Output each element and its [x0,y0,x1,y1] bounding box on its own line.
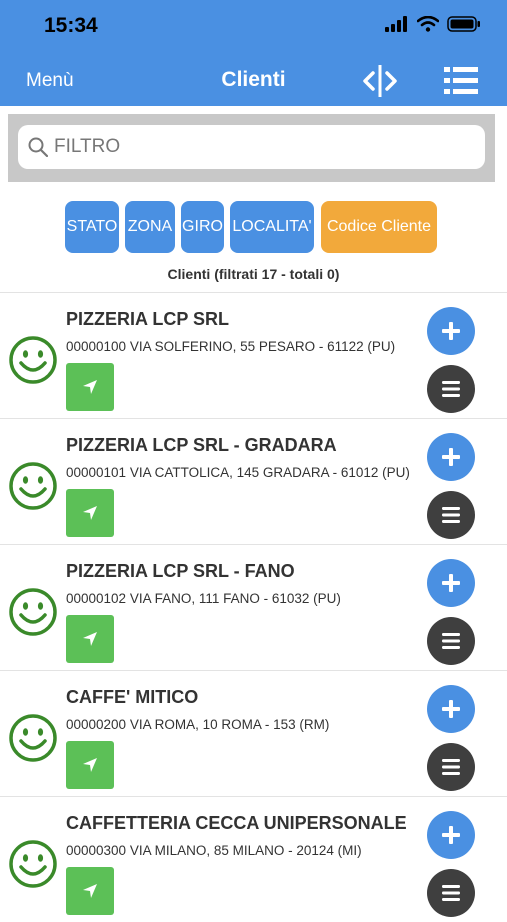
client-address: 00000101 VIA CATTOLICA, 145 GRADARA - 61… [66,465,410,480]
search-input[interactable] [54,125,474,169]
list-menu-icon[interactable] [444,65,478,97]
search-bar-container [8,114,495,182]
navigate-button[interactable] [66,489,114,537]
client-address: 00000100 VIA SOLFERINO, 55 PESARO - 6112… [66,339,396,354]
client-name: PIZZERIA LCP SRL [66,309,230,329]
add-button[interactable] [427,559,475,607]
navigation-arrow-icon [83,506,97,520]
client-address: 00000102 VIA FANO, 111 FANO - 61032 (PU) [66,591,341,606]
list-item[interactable]: PIZZERIA LCP SRL - FANO 00000102 VIA FAN… [0,544,507,670]
hamburger-icon [442,759,460,775]
client-name: CAFFETTERIA CECCA UNIPERSONALE [66,813,407,833]
navigate-button[interactable] [66,741,114,789]
navigate-button[interactable] [66,867,114,915]
navigation-arrow-icon [83,380,97,394]
client-address: 00000200 VIA ROMA, 10 ROMA - 153 (RM) [66,717,330,732]
options-button[interactable] [427,617,475,665]
filter-giro-button[interactable]: GIRO [181,201,224,253]
filter-codice-cliente-button[interactable]: Codice Cliente [321,201,437,253]
hamburger-icon [442,885,460,901]
status-icons [385,16,481,32]
list-item[interactable]: PIZZERIA LCP SRL - GRADARA 00000101 VIA … [0,418,507,544]
hamburger-icon [442,633,460,649]
status-bar: 15:34 [0,0,507,56]
plus-icon [442,826,460,844]
options-button[interactable] [427,365,475,413]
nav-bar: Menù Clienti [0,56,507,106]
plus-icon [442,700,460,718]
search-box[interactable] [18,125,485,169]
smiley-icon [9,588,57,636]
client-name: PIZZERIA LCP SRL - FANO [66,561,295,581]
navigate-button[interactable] [66,615,114,663]
hamburger-icon [442,507,460,523]
split-view-icon[interactable] [362,64,398,98]
filter-stato-button[interactable]: STATO [65,201,119,253]
list-item[interactable]: CAFFETTERIA CECCA UNIPERSONALE 00000300 … [0,796,507,922]
client-name: CAFFE' MITICO [66,687,199,707]
add-button[interactable] [427,685,475,733]
status-time: 15:34 [44,14,98,37]
filter-zona-button[interactable]: ZONA [125,201,175,253]
wifi-icon [417,16,439,32]
plus-icon [442,322,460,340]
list-item[interactable]: CAFFE' MITICO 00000200 VIA ROMA, 10 ROMA… [0,670,507,796]
client-address: 00000300 VIA MILANO, 85 MILANO - 20124 (… [66,843,362,858]
smiley-icon [9,336,57,384]
filter-localita-button[interactable]: LOCALITA' [230,201,314,253]
options-button[interactable] [427,491,475,539]
smiley-icon [9,714,57,762]
battery-icon [447,16,480,32]
signal-icon [385,16,407,32]
list-item[interactable]: PIZZERIA LCP SRL 00000100 VIA SOLFERINO,… [0,292,507,418]
navigate-button[interactable] [66,363,114,411]
page-title: Clienti [221,68,286,91]
navigation-arrow-icon [83,632,97,646]
plus-icon [442,448,460,466]
navigation-arrow-icon [83,884,97,898]
hamburger-icon [442,381,460,397]
client-count-summary: Clienti (filtrati 17 - totali 0) [167,266,340,282]
smiley-icon [9,462,57,510]
navigation-arrow-icon [83,758,97,772]
search-icon [28,137,48,157]
client-name: PIZZERIA LCP SRL - GRADARA [66,435,337,455]
options-button[interactable] [427,743,475,791]
smiley-icon [9,840,57,888]
plus-icon [442,574,460,592]
options-button[interactable] [427,869,475,917]
add-button[interactable] [427,433,475,481]
add-button[interactable] [427,811,475,859]
add-button[interactable] [427,307,475,355]
